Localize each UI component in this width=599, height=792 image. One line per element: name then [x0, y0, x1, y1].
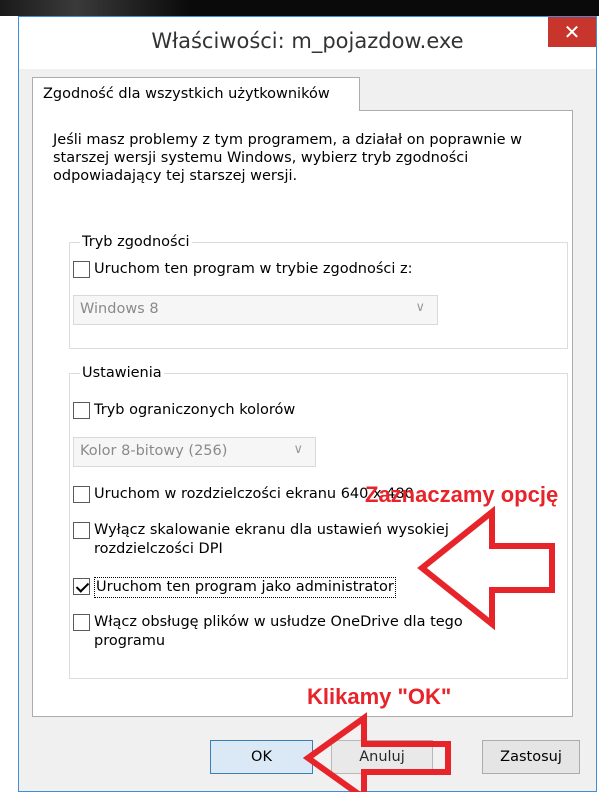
annotation-arrow-ok: [302, 712, 451, 792]
arrow-to-ok-shape: [302, 712, 451, 792]
tab-compatibility-all-users[interactable]: Zgodność dla wszystkich użytkowników: [32, 77, 360, 111]
